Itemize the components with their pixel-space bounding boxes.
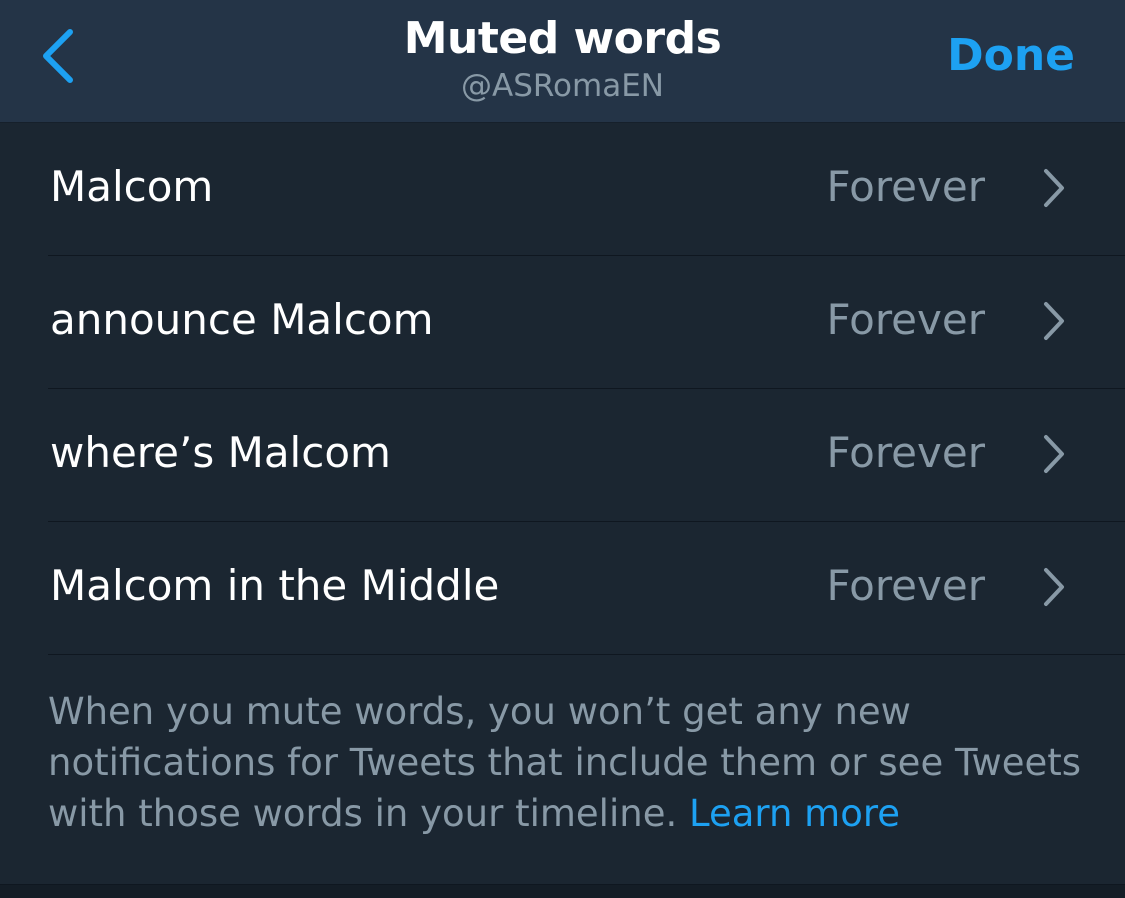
chevron-right-icon — [1041, 433, 1067, 475]
chevron-right-icon — [1041, 167, 1067, 209]
section-divider — [0, 884, 1125, 898]
muted-word-label: announce Malcom — [50, 295, 434, 344]
muted-word-label: where’s Malcom — [50, 428, 391, 477]
muted-word-row[interactable]: announce Malcom Forever — [48, 256, 1125, 389]
navigation-bar: Muted words @ASRomaEN Done — [0, 0, 1125, 123]
muted-words-explanation: When you mute words, you won’t get any n… — [48, 686, 1088, 839]
mute-duration: Forever — [826, 295, 985, 344]
muted-word-row[interactable]: Malcom Forever — [48, 123, 1125, 256]
learn-more-link[interactable]: Learn more — [689, 792, 900, 835]
muted-word-row[interactable]: where’s Malcom Forever — [48, 389, 1125, 522]
mute-duration: Forever — [826, 162, 985, 211]
muted-word-label: Malcom — [50, 162, 214, 211]
chevron-right-icon — [1041, 566, 1067, 608]
done-button[interactable]: Done — [947, 28, 1075, 84]
chevron-right-icon — [1041, 300, 1067, 342]
mute-duration: Forever — [826, 561, 985, 610]
muted-word-label: Malcom in the Middle — [50, 561, 500, 610]
explanation-text: When you mute words, you won’t get any n… — [48, 690, 1082, 835]
muted-words-list: Malcom Forever announce Malcom Forever w… — [0, 123, 1125, 655]
muted-word-row[interactable]: Malcom in the Middle Forever — [48, 522, 1125, 655]
mute-duration: Forever — [826, 428, 985, 477]
